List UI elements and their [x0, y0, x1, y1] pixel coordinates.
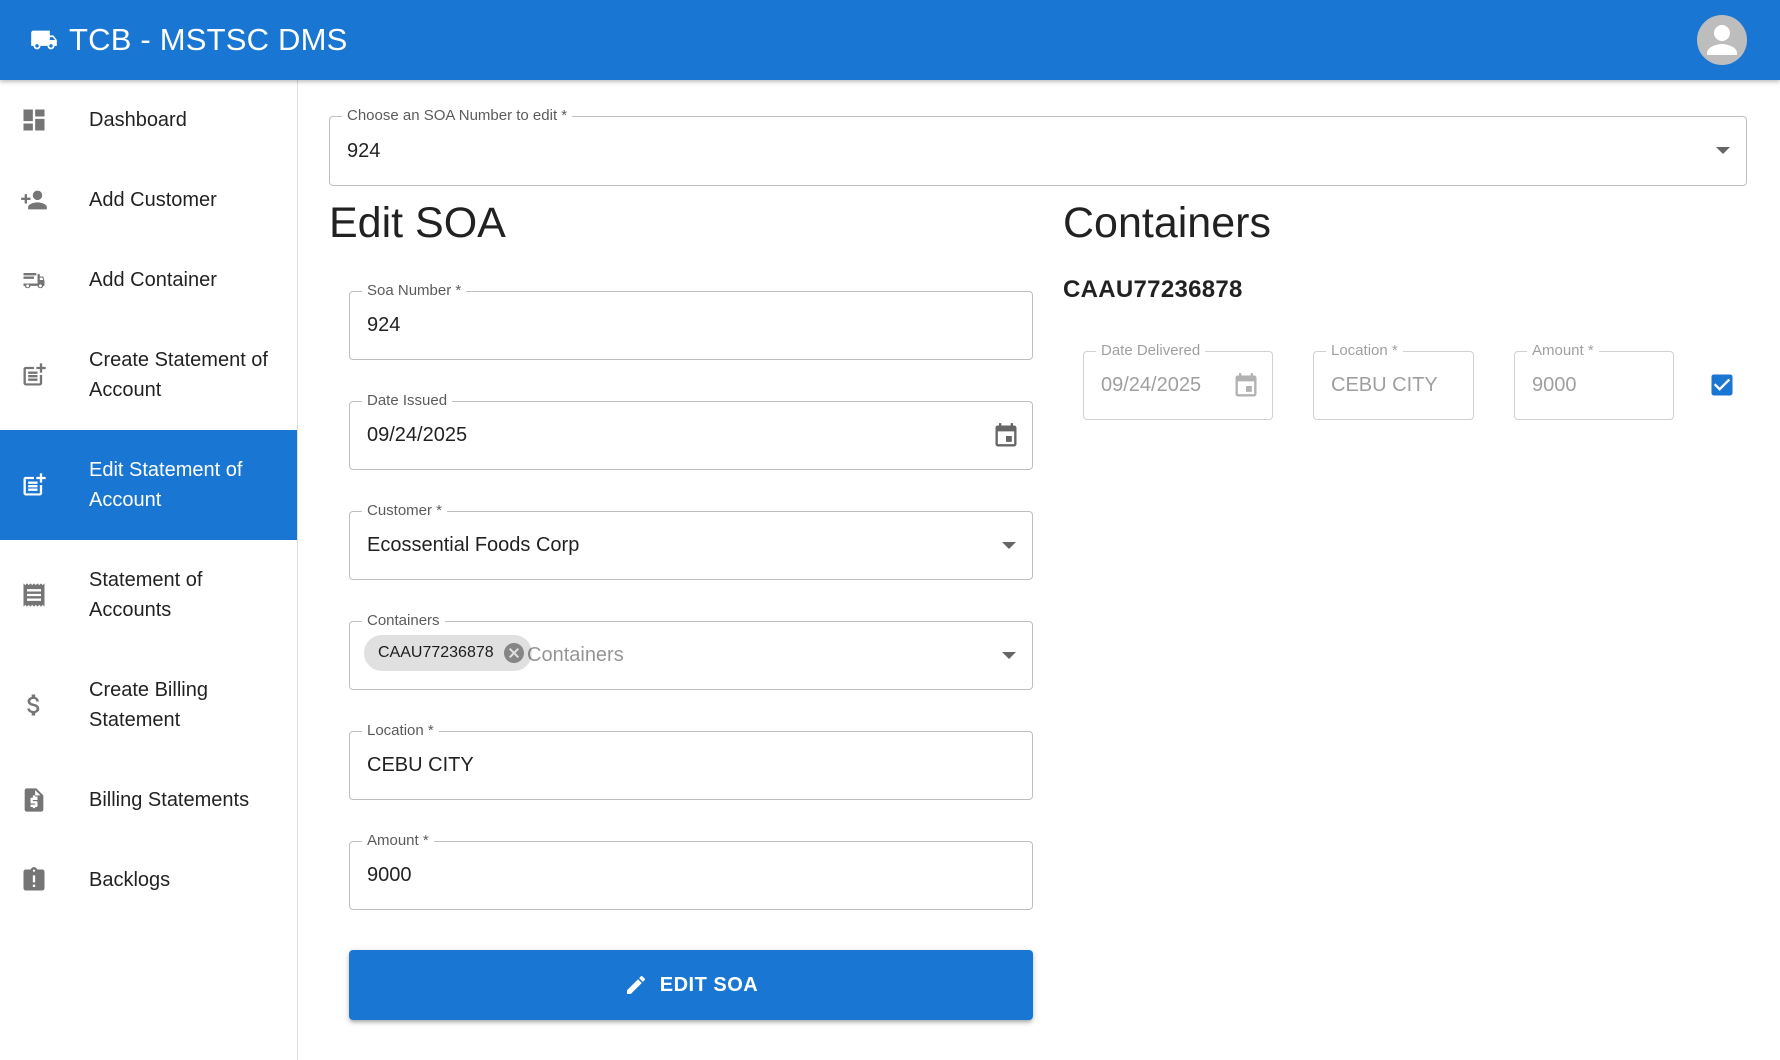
amount-field[interactable]: Amount * 9000	[349, 832, 1033, 910]
sidebar-item-backlogs[interactable]: Backlogs	[0, 840, 297, 920]
edit-soa-button[interactable]: EDIT SOA	[349, 950, 1033, 1020]
date-delivered-value: 09/24/2025	[1101, 374, 1202, 396]
containers-placeholder: Containers	[527, 644, 624, 666]
sidebar-item-label: Add Customer	[89, 189, 217, 211]
sidebar-item-label: Billing Statements	[89, 789, 250, 811]
soa-number-select[interactable]: Choose an SOA Number to edit * 924	[329, 107, 1747, 186]
container-checkbox[interactable]	[1708, 371, 1736, 399]
person-add-icon	[21, 190, 47, 210]
sidebar-item-label: Add Container	[89, 269, 217, 291]
containers-label: Containers	[362, 612, 445, 630]
amount-value: 9000	[367, 864, 412, 886]
sidebar-item-label: Statement of Accounts	[89, 569, 203, 621]
container-chip-label: CAAU77236878	[378, 644, 494, 661]
container-id: CAAU77236878	[1063, 276, 1243, 303]
containers-select[interactable]: Containers CAAU77236878 Containers	[349, 612, 1033, 690]
chip-delete-icon[interactable]	[502, 641, 526, 665]
soa-number-value: 924	[367, 314, 401, 336]
date-delivered-field: Date Delivered 09/24/2025	[1083, 342, 1273, 420]
customer-select[interactable]: Customer * Ecossential Foods Corp	[349, 502, 1033, 580]
chevron-down-icon	[1002, 541, 1016, 549]
post-add-icon	[23, 363, 46, 386]
app-title: TCB - MSTSC DMS	[69, 22, 348, 57]
request-quote-icon	[24, 788, 44, 812]
sidebar: Dashboard Add Customer Add Container Cre…	[0, 80, 298, 1060]
pencil-icon	[626, 975, 645, 994]
post-add-icon	[23, 473, 46, 496]
user-avatar[interactable]	[1697, 15, 1747, 65]
customer-value: Ecossential Foods Corp	[367, 534, 580, 556]
container-chip[interactable]: CAAU77236878	[364, 635, 532, 671]
receipt-icon	[23, 583, 45, 607]
truck-icon	[31, 30, 57, 50]
sidebar-item-add-customer[interactable]: Add Customer	[0, 160, 297, 240]
location-field[interactable]: Location * CEBU CITY	[349, 722, 1033, 800]
containers-heading: Containers	[1063, 199, 1271, 247]
container-amount-field: Amount * 9000	[1514, 342, 1674, 420]
rv-truck-icon	[23, 273, 45, 289]
sidebar-item-edit-soa[interactable]: Edit Statement of Account	[0, 430, 297, 540]
dashboard-icon	[23, 109, 45, 131]
soa-select-value: 924	[347, 139, 381, 162]
container-amount-value: 9000	[1532, 374, 1577, 396]
sidebar-item-add-container[interactable]: Add Container	[0, 240, 297, 320]
sidebar-item-label: Backlogs	[89, 869, 171, 891]
date-issued-field[interactable]: Date Issued 09/24/2025	[349, 392, 1033, 470]
container-location-value: CEBU CITY	[1331, 374, 1438, 396]
sidebar-item-create-billing-statement[interactable]: Create Billing Statement	[0, 650, 297, 760]
chevron-down-icon	[1002, 651, 1016, 659]
dollar-icon	[27, 694, 40, 716]
sidebar-item-label: Create Billing Statement	[89, 679, 208, 731]
sidebar-item-label: Dashboard	[89, 109, 187, 131]
sidebar-item-label: Edit Statement of Account	[89, 459, 243, 511]
person-icon	[1707, 25, 1737, 55]
chevron-down-icon	[1716, 147, 1730, 154]
edit-soa-heading: Edit SOA	[329, 199, 506, 247]
calendar-icon	[1235, 373, 1257, 397]
location-value: CEBU CITY	[367, 754, 474, 776]
container-location-field: Location * CEBU CITY	[1313, 342, 1474, 420]
calendar-icon[interactable]	[992, 422, 1020, 450]
soa-number-field[interactable]: Soa Number * 924	[349, 282, 1033, 360]
assignment-late-icon	[23, 867, 45, 891]
sidebar-item-label: Create Statement of Account	[89, 349, 268, 401]
app-bar: TCB - MSTSC DMS	[0, 0, 1780, 80]
edit-soa-button-label: EDIT SOA	[659, 973, 759, 996]
sidebar-item-billing-statements[interactable]: Billing Statements	[0, 760, 297, 840]
date-issued-value: 09/24/2025	[367, 424, 468, 446]
sidebar-item-dashboard[interactable]: Dashboard	[0, 80, 297, 160]
sidebar-item-statement-of-accounts[interactable]: Statement of Accounts	[0, 540, 297, 650]
sidebar-item-create-soa[interactable]: Create Statement of Account	[0, 320, 297, 430]
